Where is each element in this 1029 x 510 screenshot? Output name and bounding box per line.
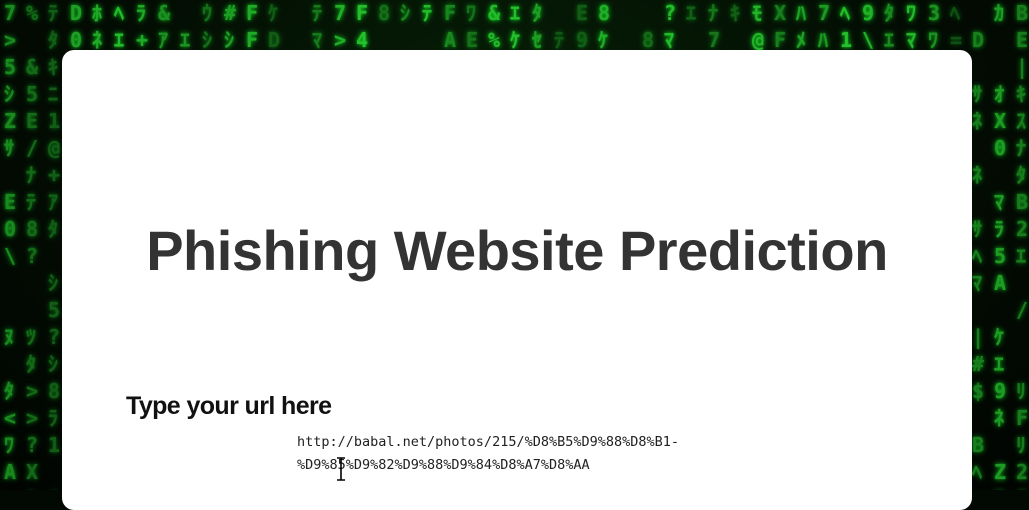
- page-title: Phishing Website Prediction: [146, 219, 888, 282]
- matrix-column: ｶ ｵ X 0 ﾏ ﾗ 5 A ｹ ｴ 9 ﾈ Z ｱ: [994, 1, 1007, 490]
- matrix-column: D ｻ ﾈ ﾈ ｻ ﾍ ﾏ | # $ B ﾍ =: [972, 28, 985, 490]
- matrix-column: 7 > 5 ｼ Z ｻ E 0 \ ﾇ ﾀ < ﾜ A >: [4, 1, 17, 490]
- matrix-column: B E | ｷ ｽ ﾅ ﾀ B 2 ｴ / ﾘ F ﾘ 2 8: [1016, 1, 1029, 490]
- matrix-column: % & 5 E / ﾅ ﾃ 8 ? ﾂ ﾀ > > ? X ﾎ: [26, 1, 39, 490]
- url-value-line-1: http://babal.net/photos/215/%D8%B5%D9%88…: [297, 434, 680, 450]
- prediction-card: Phishing Website Prediction Type your ur…: [62, 50, 972, 510]
- url-input[interactable]: http://babal.net/photos/215/%D8%B5%D9%88…: [297, 431, 727, 477]
- text-cursor-icon: [337, 457, 345, 481]
- url-label: Type your url here: [126, 392, 332, 420]
- url-value-line-2: %D9%85%D9%82%D9%88%D9%84%D8%A7%D8%AA: [297, 457, 590, 473]
- matrix-column: ﾃ ﾀ ｷ ﾆ 1 @ + ｱ ﾀ ｼ 5 ? ｼ 8 ﾗ 1 ｵ: [48, 1, 61, 490]
